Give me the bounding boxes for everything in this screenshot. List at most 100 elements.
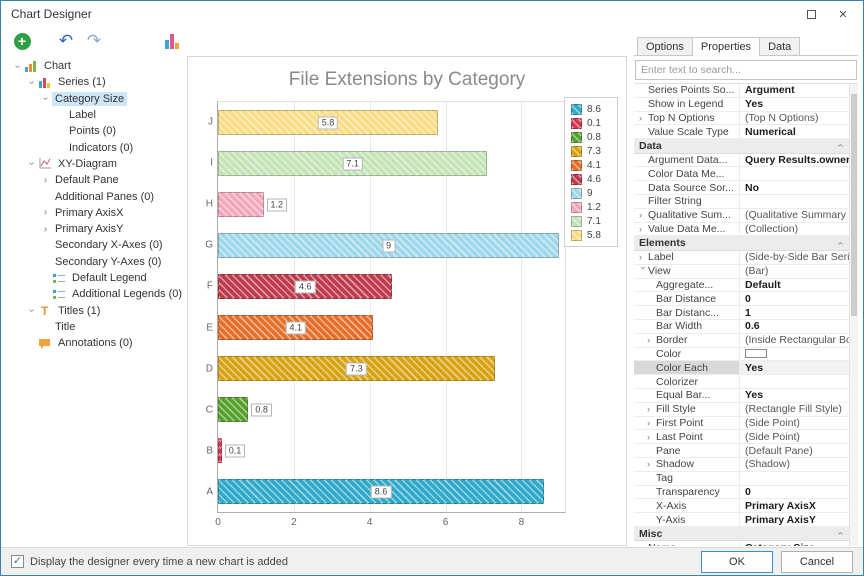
collapse-icon[interactable]: › <box>40 92 51 105</box>
expand-icon[interactable]: › <box>647 459 656 469</box>
property-row-name[interactable]: NameCategory Size <box>634 541 849 546</box>
expand-icon[interactable]: › <box>639 224 648 234</box>
tree-item-category-size[interactable]: ›Category Size <box>9 91 185 107</box>
property-value[interactable]: Query Results.owner_n... <box>740 154 849 167</box>
property-row-data-source-sor[interactable]: Data Source Sor...No <box>634 181 849 195</box>
bar-h[interactable] <box>218 192 264 217</box>
property-value[interactable] <box>740 195 849 208</box>
tree-item-chart[interactable]: ›Chart <box>9 58 185 74</box>
property-row-view[interactable]: ›View(Bar) <box>634 265 849 279</box>
tab-properties[interactable]: Properties <box>692 37 760 56</box>
property-row-value-data-me[interactable]: ›Value Data Me...(Collection) <box>634 223 849 237</box>
property-value[interactable]: (Bar) <box>740 265 849 278</box>
tree-item-additional-panes-0[interactable]: Additional Panes (0) <box>9 188 185 204</box>
property-value[interactable]: Category Size <box>740 541 849 546</box>
property-row-first-point[interactable]: ›First Point(Side Point) <box>634 417 849 431</box>
property-row-argument-data[interactable]: Argument Data...Query Results.owner_n... <box>634 154 849 168</box>
property-row-color-data-me[interactable]: Color Data Me... <box>634 167 849 181</box>
property-value[interactable]: (Top N Options) <box>740 112 849 125</box>
property-value[interactable]: (Rectangle Fill Style) <box>740 403 849 416</box>
vertical-scrollbar[interactable] <box>849 84 858 546</box>
property-value[interactable]: Default <box>740 279 849 292</box>
property-row-color-each[interactable]: Color EachYes <box>634 361 849 375</box>
property-row-shadow[interactable]: ›Shadow(Shadow) <box>634 458 849 472</box>
property-row-filter-string[interactable]: Filter String <box>634 195 849 209</box>
property-row-label[interactable]: ›Label(Side-by-Side Bar Series... <box>634 251 849 265</box>
tree-item-title[interactable]: Title <box>9 319 185 335</box>
property-value[interactable]: 0 <box>740 486 849 499</box>
property-value[interactable]: (Qualitative Summary O... <box>740 209 849 222</box>
property-value[interactable]: (Side Point) <box>740 430 849 443</box>
property-value[interactable]: Yes <box>740 98 849 111</box>
property-row-last-point[interactable]: ›Last Point(Side Point) <box>634 430 849 444</box>
property-row-pane[interactable]: Pane(Default Pane) <box>634 444 849 458</box>
property-row-bar-width[interactable]: Bar Width0.6 <box>634 320 849 334</box>
property-row-y-axis[interactable]: Y-AxisPrimary AxisY <box>634 513 849 527</box>
tree-item-default-legend[interactable]: Default Legend <box>9 270 185 286</box>
property-category-misc[interactable]: Misc› <box>634 527 849 542</box>
property-value[interactable] <box>740 375 849 388</box>
expand-icon[interactable]: › <box>647 404 656 414</box>
tab-data[interactable]: Data <box>759 37 800 55</box>
property-value[interactable]: Yes <box>740 389 849 402</box>
property-row-border[interactable]: ›Border(Inside Rectangular Bor... <box>634 334 849 348</box>
property-value[interactable] <box>740 167 849 180</box>
collapse-icon[interactable]: › <box>26 76 37 89</box>
property-row-colorizer[interactable]: Colorizer <box>634 375 849 389</box>
expand-icon[interactable]: › <box>647 418 656 428</box>
tree-item-secondary-x-axes-0[interactable]: Secondary X-Axes (0) <box>9 237 185 253</box>
expand-icon[interactable]: › <box>639 210 648 220</box>
add-chart-element-button[interactable]: + <box>9 29 35 53</box>
property-value[interactable]: (Side-by-Side Bar Series... <box>740 251 849 264</box>
property-category-elements[interactable]: Elements› <box>634 236 849 251</box>
bar-c[interactable] <box>218 397 248 422</box>
search-input[interactable] <box>635 60 857 80</box>
tree-item-points-0[interactable]: Points (0) <box>9 123 185 139</box>
property-value[interactable]: (Shadow) <box>740 458 849 471</box>
property-category-data[interactable]: Data› <box>634 139 849 154</box>
tree-item-secondary-y-axes-0[interactable]: Secondary Y-Axes (0) <box>9 254 185 270</box>
tree-item-additional-legends-0[interactable]: Additional Legends (0) <box>9 286 185 302</box>
expand-icon[interactable]: › <box>39 207 52 218</box>
property-row-transparency[interactable]: Transparency0 <box>634 486 849 500</box>
property-value[interactable]: (Default Pane) <box>740 444 849 457</box>
property-row-show-in-legend[interactable]: Show in LegendYes <box>634 98 849 112</box>
expand-icon[interactable]: › <box>39 224 52 235</box>
property-row-color[interactable]: Color <box>634 348 849 362</box>
property-value[interactable]: Primary AxisY <box>740 513 849 526</box>
property-row-bar-distance[interactable]: Bar Distance0 <box>634 292 849 306</box>
property-value[interactable]: Primary AxisX <box>740 499 849 512</box>
maximize-button[interactable] <box>795 1 827 27</box>
close-button[interactable]: × <box>827 1 859 27</box>
property-value[interactable]: Yes <box>740 361 849 374</box>
property-row-aggregate[interactable]: Aggregate...Default <box>634 279 849 293</box>
property-value[interactable] <box>740 348 849 361</box>
tree-item-indicators-0[interactable]: Indicators (0) <box>9 139 185 155</box>
property-value[interactable]: Numerical <box>740 125 849 138</box>
property-value[interactable]: (Collection) <box>740 223 849 236</box>
bar-b[interactable] <box>218 438 222 463</box>
collapse-icon[interactable]: › <box>835 144 846 147</box>
property-value[interactable]: 1 <box>740 306 849 319</box>
property-row-series-points-so[interactable]: Series Points So...Argument <box>634 84 849 98</box>
property-row-equal-bar[interactable]: Equal Bar...Yes <box>634 389 849 403</box>
scrollbar-thumb[interactable] <box>851 94 857 316</box>
expand-icon[interactable]: › <box>639 252 648 262</box>
undo-button[interactable]: ↶ <box>53 29 79 53</box>
tree-item-primary-axisy[interactable]: ›Primary AxisY <box>9 221 185 237</box>
expand-icon[interactable]: › <box>39 175 52 186</box>
property-row-x-axis[interactable]: X-AxisPrimary AxisX <box>634 499 849 513</box>
property-row-bar-distanc[interactable]: Bar Distanc...1 <box>634 306 849 320</box>
collapse-icon[interactable]: › <box>26 157 37 170</box>
property-row-top-n-options[interactable]: ›Top N Options(Top N Options) <box>634 112 849 126</box>
property-value[interactable]: (Inside Rectangular Bor... <box>740 334 849 347</box>
collapse-icon[interactable]: › <box>639 267 649 276</box>
collapse-icon[interactable]: › <box>835 242 846 245</box>
collapse-icon[interactable]: › <box>12 60 23 73</box>
property-row-fill-style[interactable]: ›Fill Style(Rectangle Fill Style) <box>634 403 849 417</box>
tree-item-series-1[interactable]: ›Series (1) <box>9 74 185 90</box>
collapse-icon[interactable]: › <box>835 532 846 535</box>
ok-button[interactable]: OK <box>701 551 773 573</box>
property-value[interactable]: No <box>740 181 849 194</box>
tree-item-xy-diagram[interactable]: ›XY-Diagram <box>9 156 185 172</box>
